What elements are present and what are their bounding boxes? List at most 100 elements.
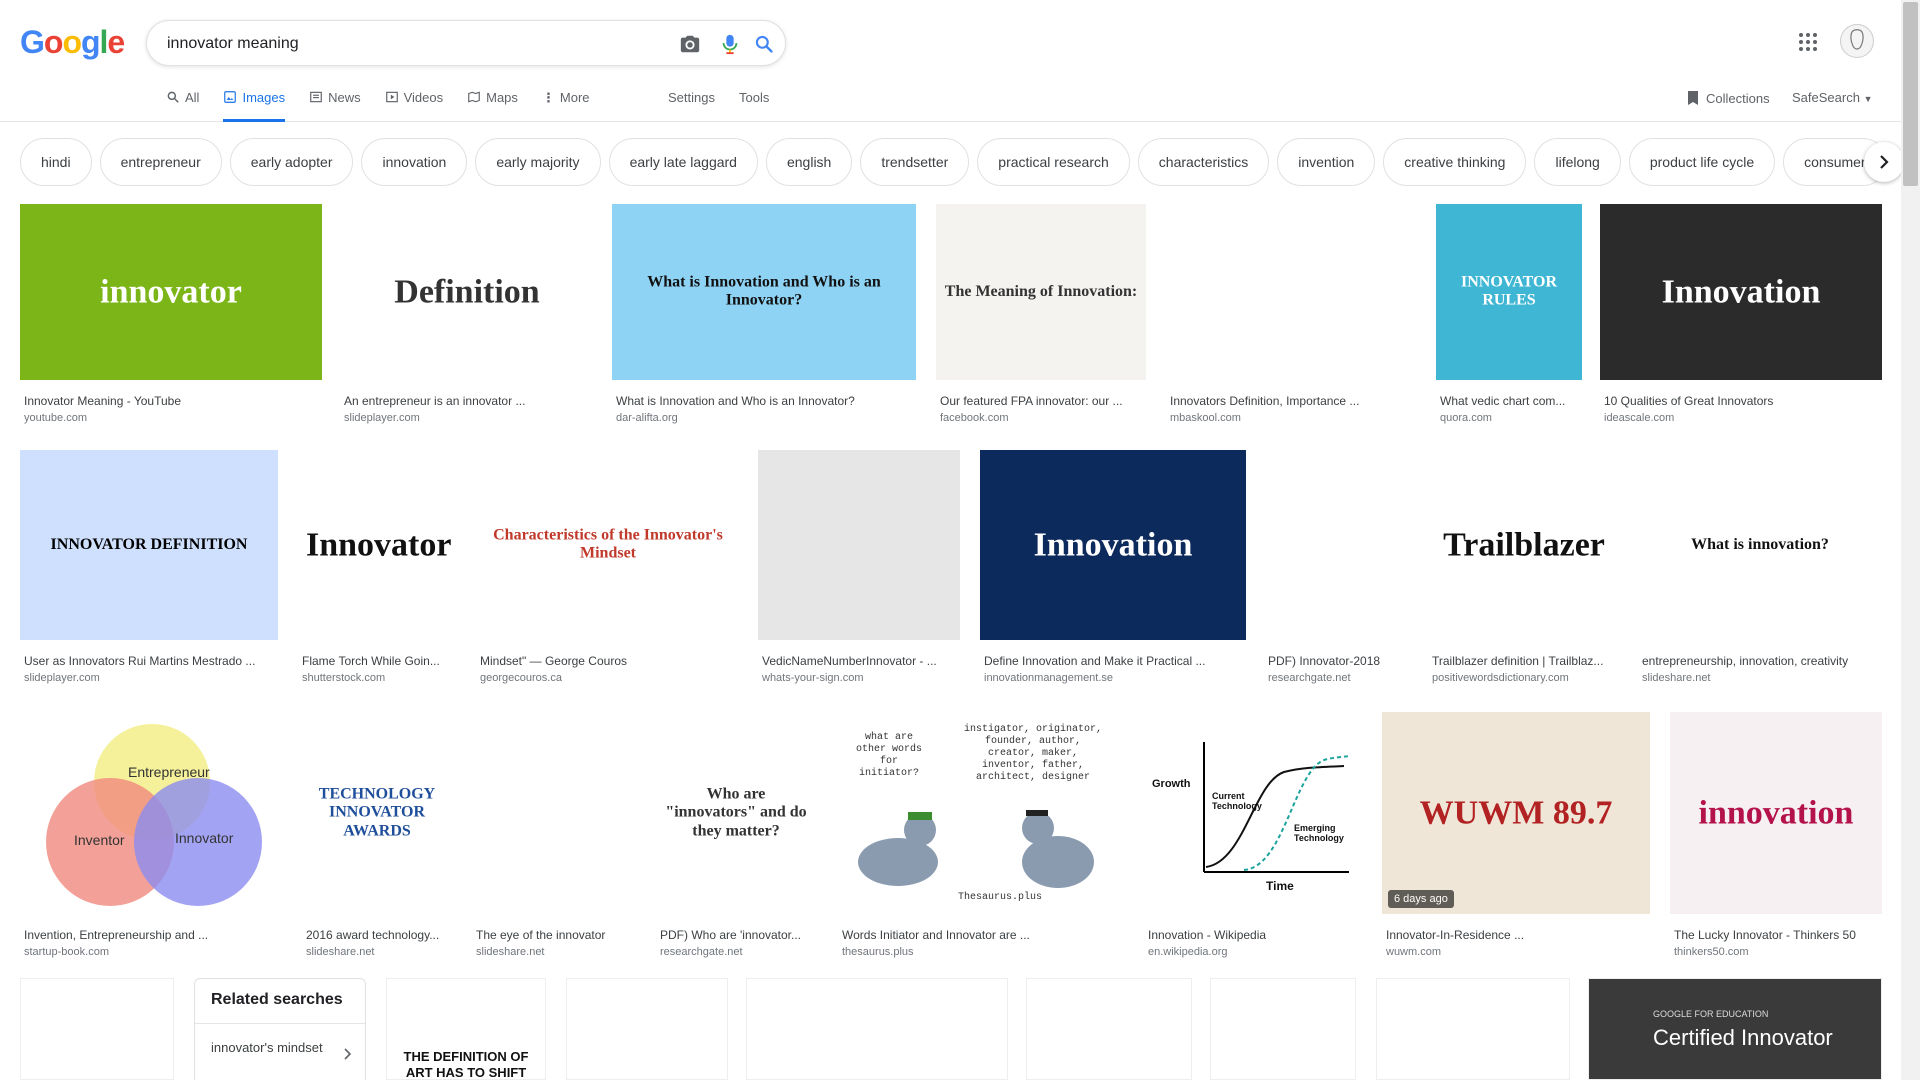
- image-result[interactable]: Innovator Flame Torch While Goin... shutte…: [298, 450, 458, 684]
- chip[interactable]: lifelong: [1534, 138, 1621, 186]
- result-thumbnail[interactable]: innovator: [20, 204, 322, 380]
- result-thumbnail[interactable]: INNOVATOR DEFINITION: [20, 450, 278, 640]
- result-thumbnail[interactable]: [746, 978, 1008, 1080]
- image-result[interactable]: INNOVATOR DEFINITION User as Innovators R…: [20, 450, 278, 684]
- image-result[interactable]: [1026, 978, 1192, 1080]
- result-title[interactable]: What is Innovation and Who is an Innovat…: [616, 394, 912, 408]
- result-title[interactable]: Innovators Definition, Importance ...: [1170, 394, 1414, 408]
- image-result[interactable]: TECHNOLOGY INNOVATOR AWARDS 2016 award te…: [302, 712, 452, 958]
- image-result[interactable]: innovator Innovator Meaning - YouTube yout…: [20, 204, 322, 424]
- tab-videos[interactable]: Videos: [385, 84, 443, 122]
- image-result[interactable]: Innovation 10 Qualities of Great Innovato…: [1600, 204, 1882, 424]
- result-thumbnail[interactable]: What is Innovation and Who is an Innovat…: [612, 204, 916, 380]
- apps-grid-icon[interactable]: [1796, 30, 1820, 54]
- result-thumbnail[interactable]: Innovation: [1600, 204, 1882, 380]
- result-thumbnail[interactable]: Innovator: [298, 450, 458, 640]
- result-thumbnail[interactable]: [472, 712, 638, 914]
- result-title[interactable]: Innovator-In-Residence ...: [1386, 928, 1646, 942]
- image-result[interactable]: innovation The Lucky Innovator - Thinkers…: [1670, 712, 1882, 958]
- image-result[interactable]: Who are "innovators" and do they matter?…: [656, 712, 816, 958]
- camera-icon[interactable]: [677, 31, 703, 57]
- collections-link[interactable]: Collections: [1686, 90, 1770, 106]
- image-result[interactable]: Growth Time Current Technology Emerging Tec…: [1144, 712, 1364, 958]
- image-result[interactable]: [566, 978, 728, 1080]
- image-result[interactable]: Entrepreneur Inventor Innovator Invention, …: [20, 712, 284, 958]
- result-thumbnail[interactable]: WUWM 89.7 6 days ago: [1382, 712, 1650, 914]
- result-title[interactable]: 10 Qualities of Great Innovators: [1604, 394, 1878, 408]
- image-result[interactable]: [20, 978, 174, 1080]
- image-result[interactable]: [1210, 978, 1356, 1080]
- result-title[interactable]: Mindset" — George Couros: [480, 654, 736, 668]
- tab-all[interactable]: All: [166, 84, 199, 122]
- google-logo[interactable]: Google: [20, 24, 125, 61]
- search-input[interactable]: [167, 32, 647, 56]
- result-thumbnail[interactable]: Trailblazer: [1428, 450, 1620, 640]
- result-thumbnail[interactable]: GOOGLE FOR EDUCATION Certified Innovator: [1588, 978, 1882, 1080]
- result-title[interactable]: Innovation - Wikipedia: [1148, 928, 1360, 942]
- result-title[interactable]: Our featured FPA innovator: our ...: [940, 394, 1142, 408]
- result-title[interactable]: An entrepreneur is an innovator ...: [344, 394, 590, 408]
- tab-images[interactable]: Images: [223, 84, 286, 122]
- result-title[interactable]: Words Initiator and Innovator are ...: [842, 928, 1120, 942]
- chip[interactable]: english: [765, 138, 853, 186]
- tools-link[interactable]: Tools: [739, 90, 769, 105]
- image-result[interactable]: what are other words for initiator? insti…: [838, 712, 1124, 958]
- chip[interactable]: early majority: [475, 138, 601, 186]
- result-title[interactable]: Innovator Meaning - YouTube: [24, 394, 318, 408]
- result-title[interactable]: Flame Torch While Goin...: [302, 654, 454, 668]
- chip[interactable]: trendsetter: [860, 138, 970, 186]
- result-title[interactable]: User as Innovators Rui Martins Mestrado …: [24, 654, 274, 668]
- result-title[interactable]: entrepreneurship, innovation, creativity: [1642, 654, 1878, 668]
- image-result[interactable]: The eye of the innovator slideshare.net: [472, 712, 638, 958]
- result-thumbnail[interactable]: [1210, 978, 1356, 1080]
- result-thumbnail[interactable]: What is innovation?: [1638, 450, 1882, 640]
- result-thumbnail[interactable]: INNOVATOR RULES: [1436, 204, 1582, 380]
- tab-news[interactable]: News: [309, 84, 361, 122]
- result-thumbnail[interactable]: Characteristics of the Innovator's Minds…: [476, 450, 740, 640]
- result-title[interactable]: PDF) Innovator-2018: [1268, 654, 1406, 668]
- result-title[interactable]: Define Innovation and Make it Practical …: [984, 654, 1242, 668]
- chip[interactable]: invention: [1277, 138, 1376, 186]
- image-result[interactable]: [746, 978, 1008, 1080]
- search-icon[interactable]: [751, 31, 777, 57]
- result-thumbnail[interactable]: [20, 978, 174, 1080]
- image-result[interactable]: What is Innovation and Who is an Innovat…: [612, 204, 916, 424]
- result-thumbnail[interactable]: [758, 450, 960, 640]
- result-thumbnail[interactable]: Entrepreneur Inventor Innovator: [20, 712, 284, 914]
- safesearch-menu[interactable]: SafeSearch ▼: [1792, 90, 1872, 105]
- tab-maps[interactable]: Maps: [467, 84, 518, 122]
- chip[interactable]: hindi: [20, 138, 92, 186]
- result-thumbnail[interactable]: [1026, 978, 1192, 1080]
- chip[interactable]: early late laggard: [608, 138, 758, 186]
- image-result[interactable]: Innovators Definition, Importance ... mba…: [1166, 204, 1418, 424]
- result-title[interactable]: What vedic chart com...: [1440, 394, 1578, 408]
- result-thumbnail[interactable]: Definition: [340, 204, 594, 380]
- result-thumbnail[interactable]: [1166, 204, 1418, 380]
- result-thumbnail[interactable]: [1264, 450, 1410, 640]
- result-title[interactable]: The Lucky Innovator - Thinkers 50: [1674, 928, 1878, 942]
- result-title[interactable]: The eye of the innovator: [476, 928, 634, 942]
- tab-more[interactable]: ⋮ More: [542, 84, 590, 122]
- scrollbar-thumb[interactable]: [1903, 2, 1918, 186]
- chip[interactable]: creative thinking: [1383, 138, 1527, 186]
- image-result[interactable]: [1376, 978, 1570, 1080]
- result-title[interactable]: Trailblazer definition | Trailblaz...: [1432, 654, 1616, 668]
- result-title[interactable]: 2016 award technology...: [306, 928, 448, 942]
- chip[interactable]: characteristics: [1137, 138, 1270, 186]
- result-thumbnail[interactable]: The Meaning of Innovation:: [936, 204, 1146, 380]
- image-result[interactable]: VedicNameNumberInnovator - ... whats-your…: [758, 450, 960, 684]
- settings-link[interactable]: Settings: [668, 90, 715, 105]
- image-result[interactable]: INNOVATOR RULES What vedic chart com... qu…: [1436, 204, 1582, 424]
- result-thumbnail[interactable]: THE DEFINITION OF ART HAS TO SHIFT WHENE…: [386, 978, 546, 1080]
- result-thumbnail[interactable]: innovation: [1670, 712, 1882, 914]
- result-thumbnail[interactable]: Innovation: [980, 450, 1246, 640]
- chip[interactable]: early adopter: [229, 138, 354, 186]
- related-search-item[interactable]: innovator's mindset: [195, 1023, 365, 1080]
- chip[interactable]: entrepreneur: [99, 138, 222, 186]
- result-thumbnail[interactable]: what are other words for initiator? insti…: [838, 712, 1124, 914]
- result-title[interactable]: VedicNameNumberInnovator - ...: [762, 654, 956, 668]
- image-result[interactable]: Innovation Define Innovation and Make it …: [980, 450, 1246, 684]
- chip[interactable]: practical research: [977, 138, 1130, 186]
- result-thumbnail[interactable]: [1376, 978, 1570, 1080]
- image-result[interactable]: The Meaning of Innovation: Our featured F…: [936, 204, 1146, 424]
